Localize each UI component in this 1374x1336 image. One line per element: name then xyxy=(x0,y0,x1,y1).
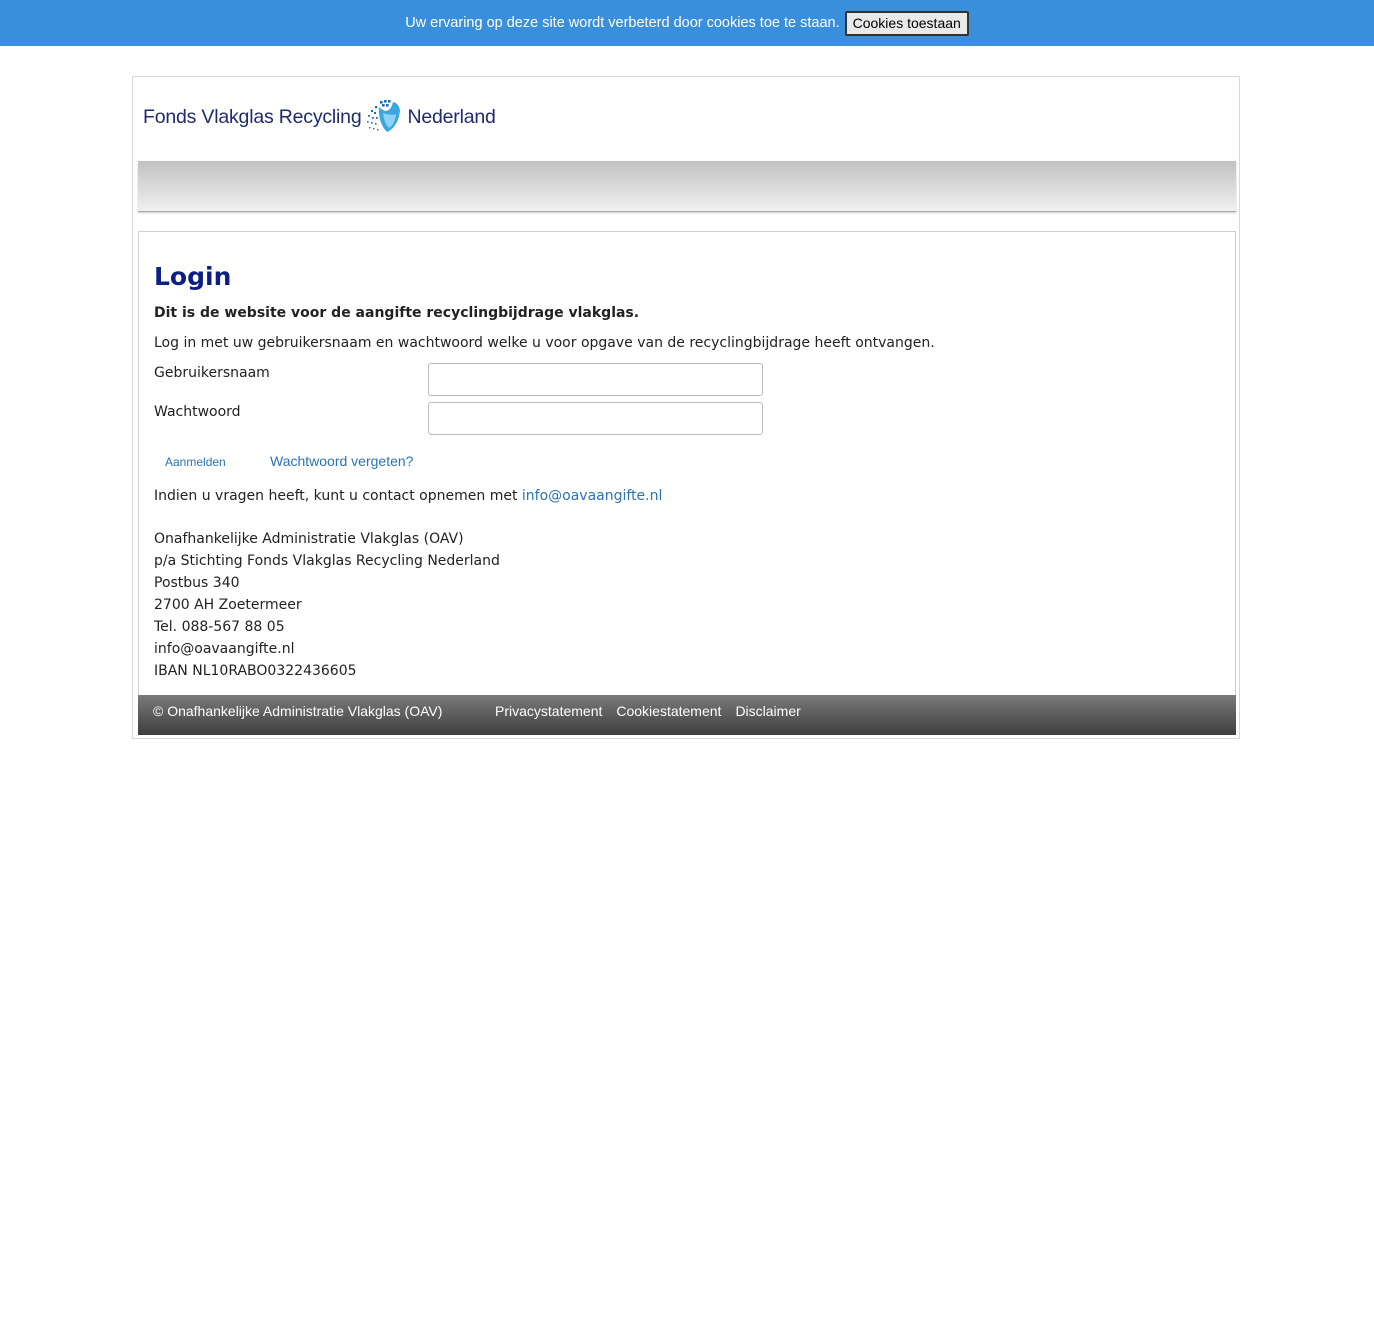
cookie-statement-link[interactable]: Cookiestatement xyxy=(616,703,721,719)
footer: © Onafhankelijke Administratie Vlakglas … xyxy=(138,695,1236,735)
address-line: p/a Stichting Fonds Vlakglas Recycling N… xyxy=(154,553,500,569)
address-line: 2700 AH Zoetermeer xyxy=(154,597,302,613)
navigation-bar xyxy=(138,161,1236,212)
disclaimer-link[interactable]: Disclaimer xyxy=(735,703,800,719)
username-input[interactable] xyxy=(428,363,763,396)
address-line: info@oavaangifte.nl xyxy=(154,641,295,657)
cookie-message: Uw ervaring op deze site wordt verbeterd… xyxy=(405,15,840,31)
login-button[interactable]: Aanmelden xyxy=(165,455,226,469)
cookies-accept-button[interactable]: Cookies toestaan xyxy=(844,10,969,36)
page-title: Login xyxy=(154,262,232,291)
contact-line: Indien u vragen heeft, kunt u contact op… xyxy=(154,488,662,504)
login-panel: Login Dit is de website voor de aangifte… xyxy=(138,231,1236,695)
recycling-dots-icon xyxy=(367,100,401,132)
password-input[interactable] xyxy=(428,402,763,435)
cookie-bar: Uw ervaring op deze site wordt verbeterd… xyxy=(0,0,1374,46)
address-block: Onafhankelijke Administratie Vlakglas (O… xyxy=(154,528,500,682)
username-label: Gebruikersnaam xyxy=(154,365,270,381)
address-line: IBAN NL10RABO0322436605 xyxy=(154,663,357,679)
page-container: Fonds Vlakglas Recycling Nederland Login… xyxy=(132,76,1240,739)
forgot-password-link[interactable]: Wachtwoord vergeten? xyxy=(270,453,413,469)
address-line: Postbus 340 xyxy=(154,575,240,591)
logo-text-right: Nederland xyxy=(407,105,496,128)
privacy-link[interactable]: Privacystatement xyxy=(495,703,602,719)
intro-text: Dit is de website voor de aangifte recyc… xyxy=(154,305,640,321)
address-line: Onafhankelijke Administratie Vlakglas (O… xyxy=(154,531,464,547)
login-instruction: Log in met uw gebruikersnaam en wachtwoo… xyxy=(154,335,935,351)
contact-email-link[interactable]: info@oavaangifte.nl xyxy=(522,488,663,504)
address-line: Tel. 088-567 88 05 xyxy=(154,619,285,635)
footer-copyright: © Onafhankelijke Administratie Vlakglas … xyxy=(153,703,443,719)
contact-text: Indien u vragen heeft, kunt u contact op… xyxy=(154,488,518,504)
password-label: Wachtwoord xyxy=(154,404,241,420)
site-logo[interactable]: Fonds Vlakglas Recycling Nederland xyxy=(143,97,496,137)
logo-text-left: Fonds Vlakglas Recycling xyxy=(143,105,362,128)
footer-links: Privacystatement Cookiestatement Disclai… xyxy=(495,703,801,719)
